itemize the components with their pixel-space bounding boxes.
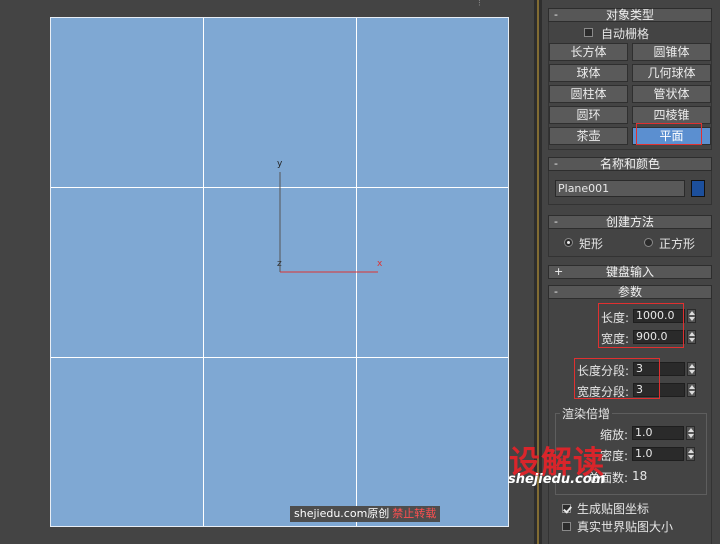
watermark-orig: 原创 [367, 507, 390, 520]
real-world-label: 真实世界贴图大小 [577, 520, 674, 534]
watermark-url: shejiedu.com [508, 472, 606, 487]
box-button[interactable]: 长方体 [549, 43, 628, 61]
density-input[interactable]: 1.0 [632, 447, 684, 461]
rollout-title: 参数 [617, 285, 642, 299]
axis-y-label: y [277, 159, 283, 169]
density-spinner[interactable] [686, 447, 695, 461]
object-type-body: 自动栅格 长方体 圆锥体 球体 几何球体 圆柱体 管状体 圆环 四棱锥 茶壶 平… [548, 22, 712, 150]
autogrid-label: 自动栅格 [601, 27, 650, 41]
width-spinner[interactable] [687, 330, 696, 344]
segs-highlight-box [574, 358, 660, 399]
rollout-title: 对象类型 [605, 8, 654, 22]
teapot-button[interactable]: 茶壶 [549, 127, 628, 145]
gen-mapping-checkbox[interactable] [562, 504, 571, 513]
plane-highlight-box [636, 123, 702, 145]
collapse-icon: - [554, 285, 558, 298]
tube-button[interactable]: 管状体 [632, 85, 711, 103]
real-world-checkbox[interactable] [562, 522, 571, 531]
axis-x-label: x [377, 259, 383, 269]
square-radio[interactable] [644, 238, 653, 247]
collapse-icon: - [554, 215, 558, 228]
watermark-site: shejiedu.com [294, 507, 368, 520]
cone-button[interactable]: 圆锥体 [632, 43, 711, 61]
length-spinner[interactable] [687, 309, 696, 323]
collapse-icon: - [554, 157, 558, 170]
gen-mapping-label: 生成贴图坐标 [577, 502, 650, 516]
sphere-button[interactable]: 球体 [549, 64, 628, 82]
parameters-body: 长度: 1000.0 宽度: 900.0 长度分段: 3 宽度分段: 3 渲染倍… [548, 299, 712, 544]
name-color-body: Plane001 [548, 171, 712, 205]
autogrid-checkbox[interactable] [584, 28, 593, 37]
size-highlight-box [598, 303, 684, 348]
watermark-bar: shejiedu.com原创 禁止转载 [290, 506, 441, 522]
rectangle-radio[interactable] [564, 238, 573, 247]
rollout-title: 名称和颜色 [599, 157, 660, 171]
viewport-corner-marks: ⁝ [478, 0, 481, 9]
collapse-icon: - [554, 8, 558, 21]
rollout-title: 创建方法 [605, 215, 654, 229]
rollout-keyboard-entry[interactable]: + 键盘输入 [548, 265, 712, 279]
total-faces-value: 18 [632, 469, 648, 483]
square-label: 正方形 [659, 237, 696, 251]
object-color-swatch[interactable] [691, 180, 705, 197]
axis-z-label: z [277, 259, 282, 269]
grid-line-h2 [51, 357, 508, 358]
grid-line-v1 [203, 18, 204, 526]
pyramid-button[interactable]: 四棱锥 [632, 106, 711, 124]
rollout-creation-method[interactable]: - 创建方法 [548, 215, 712, 229]
expand-icon: + [554, 265, 564, 278]
perspective-viewport[interactable]: ⁝ y x z shejiedu.com原创 禁止转载 [0, 0, 534, 544]
rollout-name-color[interactable]: - 名称和颜色 [548, 157, 712, 171]
rollout-object-type[interactable]: - 对象类型 [548, 8, 712, 22]
cylinder-button[interactable]: 圆柱体 [549, 85, 628, 103]
rollout-parameters[interactable]: - 参数 [548, 285, 712, 299]
length-segs-spinner[interactable] [687, 362, 696, 376]
watermark-forbid: 禁止转载 [392, 507, 437, 520]
render-group-title: 渲染倍增 [560, 405, 613, 422]
creation-method-body: 矩形 正方形 [548, 229, 712, 257]
width-segs-spinner[interactable] [687, 383, 696, 397]
object-name-input[interactable]: Plane001 [555, 180, 685, 197]
torus-button[interactable]: 圆环 [549, 106, 628, 124]
scale-input[interactable]: 1.0 [632, 426, 684, 440]
rollout-title: 键盘输入 [605, 265, 654, 279]
axis-gizmo [279, 172, 378, 273]
rectangle-label: 矩形 [579, 237, 604, 251]
geosphere-button[interactable]: 几何球体 [632, 64, 711, 82]
scale-spinner[interactable] [686, 426, 695, 440]
